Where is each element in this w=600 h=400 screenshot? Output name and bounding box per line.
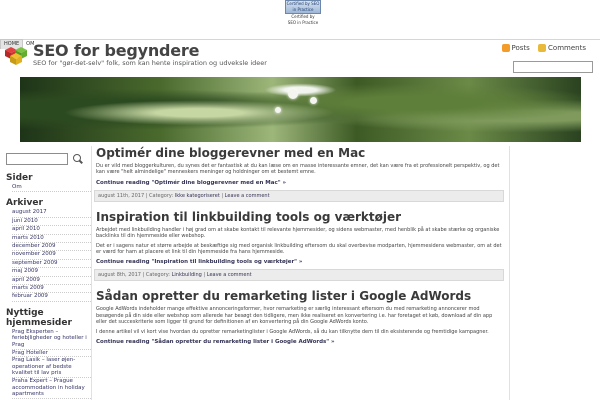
sidebar-heading-arkiver: Arkiver (6, 198, 43, 209)
continue-reading-link[interactable]: Continue reading "Inspiration til linkbu… (96, 259, 504, 265)
post-paragraph: Google AdWords indeholder mange effektiv… (96, 306, 493, 326)
category-link[interactable]: Ikke kategoriseret (175, 193, 220, 199)
archive-item[interactable]: april 2009 (12, 277, 91, 286)
flower-shape (275, 107, 281, 113)
site-logo-cubes-icon[interactable] (3, 44, 29, 66)
header-search-input[interactable] (513, 61, 593, 73)
site-tagline: SEO for "gør-det-selv" folk, som kan hen… (33, 59, 267, 67)
post-body: Google AdWords indeholder mange effektiv… (94, 306, 504, 335)
post-body: Arbejdet med linkbuilding handler i høj … (94, 227, 504, 256)
sidebar-divider (91, 146, 92, 400)
useful-links-list: Prag Eksperten – feriebjligheder og hote… (6, 329, 91, 399)
site-title[interactable]: SEO for begyndere (33, 41, 199, 60)
feed-links: Posts Comments (501, 44, 592, 52)
comments-feed-link[interactable]: Comments (548, 44, 586, 52)
post: Sådan opretter du remarketing lister i G… (94, 289, 504, 345)
post-title-link[interactable]: Optimér dine bloggerevner med en Mac (96, 146, 504, 160)
archive-item[interactable]: maj 2009 (12, 268, 91, 277)
right-column-divider (509, 146, 510, 400)
archive-item[interactable]: marts 2010 (12, 235, 91, 244)
useful-link-item[interactable]: Prag Hoteller (12, 350, 91, 358)
archive-item[interactable]: november 2009 (12, 251, 91, 260)
archive-item[interactable]: marts 2009 (12, 285, 91, 294)
archive-item[interactable]: april 2010 (12, 226, 91, 235)
post-date: august 11th, 2017 (98, 192, 145, 199)
post: Inspiration til linkbuilding tools og væ… (94, 210, 504, 282)
archive-item[interactable]: december 2009 (12, 243, 91, 252)
post-paragraph: Arbejdet med linkbuilding handler i høj … (96, 226, 500, 240)
archive-list: august 2017 juni 2010 april 2010 marts 2… (6, 209, 91, 302)
header-banner-image (20, 77, 581, 142)
post-paragraph: Det er i sagens natur et større arbejde … (96, 242, 502, 256)
archive-item[interactable]: august 2017 (12, 209, 91, 218)
search-icon[interactable] (72, 153, 83, 164)
post-title-link[interactable]: Inspiration til linkbuilding tools og væ… (96, 210, 504, 224)
category-link[interactable]: Linkbuilding (172, 272, 202, 278)
post-meta: august 11th, 2017 | Category: Ikke kateg… (94, 189, 504, 202)
leave-comment-link[interactable]: Leave a comment (207, 272, 252, 278)
post-body: Du er vild med bloggerkulturen, du synes… (94, 163, 504, 176)
leave-comment-link[interactable]: Leave a comment (225, 193, 270, 199)
badge-caption-line2: SEO in Practice (287, 20, 319, 25)
seo-in-practice-badge-image[interactable]: Certified by SEO in Practice (285, 0, 321, 14)
useful-link-item[interactable]: Prag Eksperten – feriebjligheder og hote… (12, 329, 91, 350)
archive-item[interactable]: februar 2009 (12, 293, 91, 302)
useful-link-item[interactable]: Prag Lasik – laser øjen-operationer af b… (12, 357, 91, 379)
continue-reading-link[interactable]: Continue reading "Optimér dine bloggerev… (96, 180, 504, 186)
flower-shape (310, 97, 317, 104)
top-navigation: HOME OM (0, 30, 600, 49)
sidebar-heading-sider: Sider (6, 173, 33, 183)
post-title-link[interactable]: Sådan opretter du remarketing lister i G… (96, 289, 504, 303)
sider-list: Om (6, 184, 91, 193)
certified-badge[interactable]: Certified by SEO in Practice Certified b… (280, 0, 326, 30)
sider-item[interactable]: Om (12, 184, 91, 193)
sidebar-search-input[interactable] (6, 152, 68, 165)
archive-item[interactable]: juni 2010 (12, 218, 91, 227)
sidebar: Sider Om Arkiver august 2017 juni 2010 a… (6, 148, 91, 399)
posts-feed-link[interactable]: Posts (512, 44, 530, 52)
sidebar-heading-links: Nyttige hjemmesider (6, 307, 72, 328)
continue-reading-link[interactable]: Continue reading "Sådan opretter du rema… (96, 339, 504, 345)
rss-posts-icon[interactable] (501, 44, 510, 52)
main-content: Optimér dine bloggerevner med en Mac Du … (94, 146, 504, 349)
category-label: Category: (149, 192, 174, 199)
category-label: Category: (145, 272, 170, 279)
post-meta: august 8th, 2017 | Category: Linkbuildin… (94, 269, 504, 282)
post: Optimér dine bloggerevner med en Mac Du … (94, 146, 504, 202)
post-date: august 8th, 2017 (98, 272, 141, 279)
post-paragraph: I denne artikel vil vi kort vise hvordan… (96, 328, 489, 335)
flower-shape (288, 89, 298, 99)
rss-comments-icon[interactable] (538, 44, 547, 52)
post-paragraph: Du er vild med bloggerkulturen, du synes… (96, 163, 500, 176)
useful-link-item[interactable]: Praha Expert – Prague accommodation in h… (12, 378, 91, 399)
archive-item[interactable]: september 2009 (12, 260, 91, 269)
